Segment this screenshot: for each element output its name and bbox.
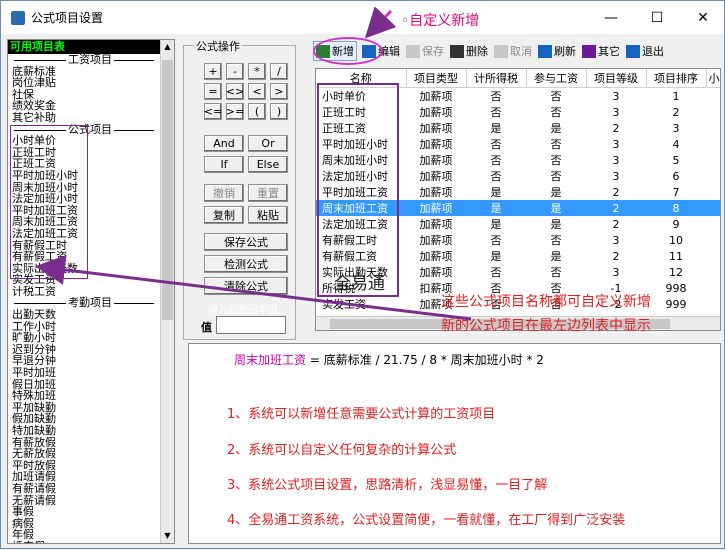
formula-editor[interactable]: 周末加班工资 = 底薪标准 / 21.75 / 8 * 周末加班小时 * 2 1… [188, 343, 721, 544]
annotation-mid-2: 新的公式项目在最左边列表中显示 [441, 318, 651, 334]
formula-settings-window: 公式项目设置 — ☐ ✕ ◦自定义新增 可用项目表 工资项目 底薪标准 岗位津贴 社保… [0, 0, 725, 549]
note-1: 1、系统可以新增任意需要公式计算的工资项目 [227, 407, 496, 422]
formula-target-name: 周末加班工资 [234, 353, 307, 367]
note-2: 2、系统可以自定义任何复杂的计算公式 [227, 443, 457, 458]
formula-body: = 底薪标准 / 21.75 / 8 * 周末加班小时 * 2 [306, 353, 544, 367]
formula-expression: 周末加班工资 = 底薪标准 / 21.75 / 8 * 周末加班小时 * 2 [234, 351, 544, 368]
note-4: 4、全易通工资系统，公式设置简便，一看就懂，在工厂得到广泛安装 [227, 513, 626, 528]
annotation-mid-1: 这些公式项目名称都可自定义新增 [441, 294, 651, 310]
note-3: 3、系统公式项目设置，思路清析，浅显易懂，一目了解 [227, 478, 548, 493]
